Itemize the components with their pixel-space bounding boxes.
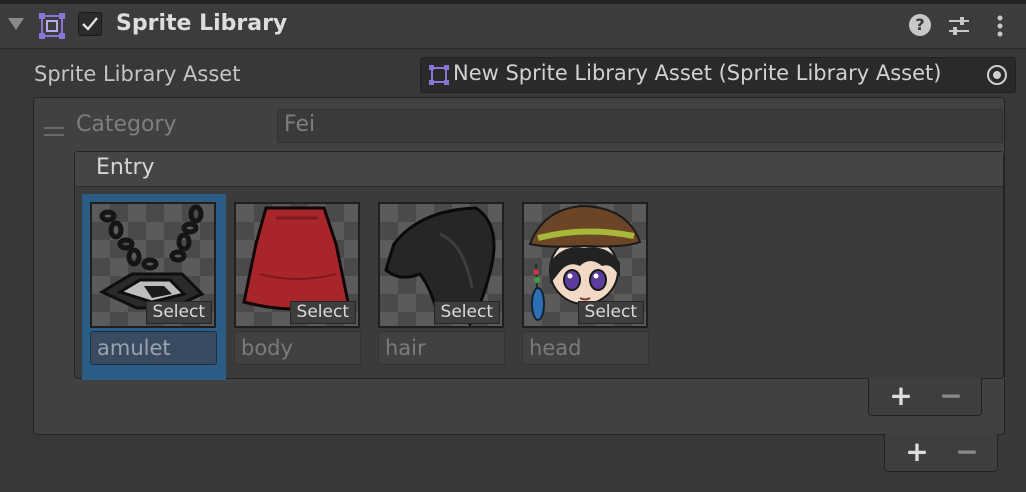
asset-field-label: Sprite Library Asset: [34, 62, 241, 86]
sprite-thumbnail-head[interactable]: Select: [522, 202, 648, 328]
select-sprite-button[interactable]: Select: [577, 301, 644, 324]
add-entry-button[interactable]: +: [881, 380, 921, 412]
sprite-thumbnail-amulet[interactable]: Select: [90, 202, 216, 328]
entry-name-field[interactable]: hair: [378, 331, 505, 365]
entry-list-footer: + −: [868, 378, 982, 416]
entry-name-field[interactable]: amulet: [90, 331, 217, 365]
help-icon[interactable]: ?: [909, 14, 931, 36]
category-list-footer: + −: [884, 434, 998, 472]
sprite-library-asset-icon: [428, 64, 450, 86]
object-picker-icon[interactable]: [984, 62, 1010, 88]
checkmark-icon: [82, 17, 98, 31]
category-name-value: Fei: [284, 112, 316, 137]
category-name-field[interactable]: [277, 109, 1003, 143]
presets-icon[interactable]: [947, 14, 971, 38]
component-title: Sprite Library: [116, 11, 288, 36]
entry-label: Entry: [96, 155, 155, 180]
select-sprite-button[interactable]: Select: [289, 301, 356, 324]
component-enabled-checkbox[interactable]: [78, 12, 102, 36]
sprite-thumbnail-hair[interactable]: Select: [378, 202, 504, 328]
asset-field-value: New Sprite Library Asset (Sprite Library…: [453, 61, 942, 85]
entry-name-field[interactable]: head: [522, 331, 649, 365]
sprite-library-icon: [37, 11, 67, 41]
category-label: Category: [76, 112, 177, 137]
kebab-menu-icon[interactable]: [990, 14, 1010, 38]
drag-handle-icon[interactable]: [44, 123, 64, 136]
select-sprite-button[interactable]: Select: [433, 301, 500, 324]
sprite-thumbnail-body[interactable]: Select: [234, 202, 360, 328]
add-category-button[interactable]: +: [897, 436, 937, 468]
remove-entry-button[interactable]: −: [931, 380, 971, 412]
remove-category-button[interactable]: −: [947, 436, 987, 468]
entry-header: [75, 152, 1003, 187]
entry-name-field[interactable]: body: [234, 331, 361, 365]
select-sprite-button[interactable]: Select: [145, 301, 212, 324]
foldout-expanded-icon[interactable]: [8, 18, 24, 30]
